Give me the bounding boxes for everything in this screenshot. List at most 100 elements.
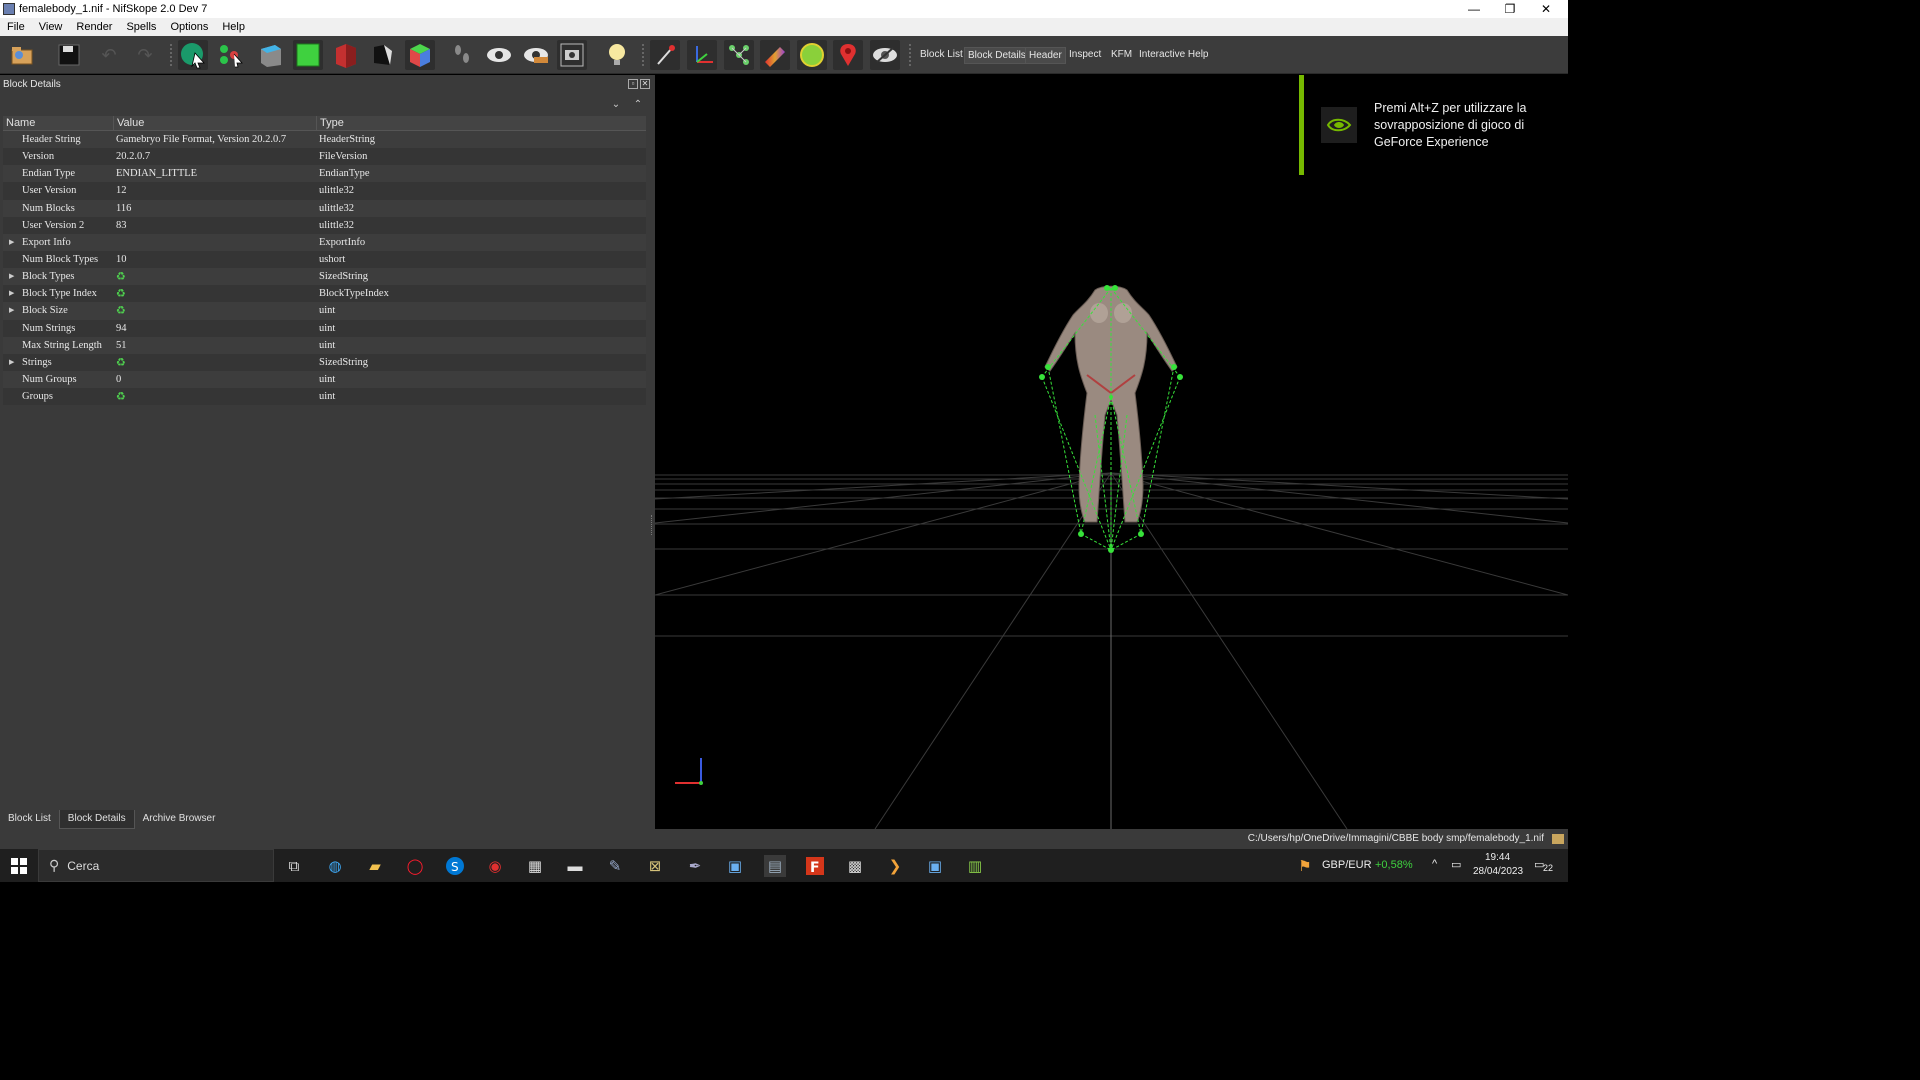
row-value[interactable]: 20.2.0.7 xyxy=(114,151,317,162)
hidden-eye-icon[interactable] xyxy=(870,40,900,70)
table-row[interactable]: Header String Gamebryo File Format, Versi… xyxy=(3,131,646,149)
eye-icon[interactable] xyxy=(484,40,514,70)
dock-interactive-help[interactable]: Interactive Help xyxy=(1139,49,1208,60)
expand-arrow-icon[interactable]: ▶ xyxy=(9,306,14,314)
axes-icon[interactable] xyxy=(687,40,717,70)
light-bulb-icon[interactable] xyxy=(602,40,632,70)
paint-icon[interactable]: ✎ xyxy=(604,855,626,877)
table-row[interactable]: Version 20.2.0.7 FileVersion xyxy=(3,148,646,166)
edge-icon[interactable]: ◍ xyxy=(324,855,346,877)
array-refresh-icon[interactable]: ♻ xyxy=(116,287,126,300)
menu-view[interactable]: View xyxy=(32,21,70,33)
column-name[interactable]: Name xyxy=(3,116,114,130)
column-value[interactable]: Value xyxy=(114,116,317,130)
row-value[interactable]: ♻ xyxy=(114,270,317,283)
scene-canvas[interactable] xyxy=(654,75,1568,830)
globe-icon[interactable] xyxy=(797,40,827,70)
column-type[interactable]: Type xyxy=(317,116,646,130)
close-panel-icon[interactable]: ✕ xyxy=(640,79,650,89)
half-shade-icon[interactable] xyxy=(367,40,397,70)
clock-date[interactable]: 28/04/2023 xyxy=(1473,866,1523,877)
redo-icon[interactable]: ↷ xyxy=(130,40,160,70)
table-row[interactable]: Endian Type ENDIAN_LITTLE EndianType xyxy=(3,165,646,183)
menu-spells[interactable]: Spells xyxy=(119,21,163,33)
table-row[interactable]: Num Strings 94 uint xyxy=(3,319,646,337)
tab-block-details[interactable]: Block Details xyxy=(58,810,135,829)
footprints-icon[interactable] xyxy=(447,40,477,70)
chevron-app-icon[interactable]: ❯ xyxy=(884,855,906,877)
array-refresh-icon[interactable]: ♻ xyxy=(116,270,126,283)
row-value[interactable]: ♻ xyxy=(114,390,317,403)
table-row[interactable]: Groups ♻ uint xyxy=(3,388,646,406)
table-row[interactable]: ▶ Block Type Index ♻ BlockTypeIndex xyxy=(3,285,646,303)
windows-start-icon[interactable] xyxy=(8,855,30,877)
table-row[interactable]: Num Blocks 116 ulittle32 xyxy=(3,199,646,217)
row-value[interactable]: 10 xyxy=(114,254,317,265)
dock-header[interactable]: Header xyxy=(1025,47,1066,64)
restore-icon[interactable]: ❐ xyxy=(1492,0,1528,18)
row-value[interactable]: ♻ xyxy=(114,287,317,300)
network-icon[interactable]: ▭ xyxy=(1451,858,1461,871)
row-value[interactable]: ♻ xyxy=(114,356,317,369)
red-cube-icon[interactable] xyxy=(331,40,361,70)
flat-shading-icon[interactable] xyxy=(256,40,286,70)
clock-time[interactable]: 19:44 xyxy=(1485,852,1510,863)
array-refresh-icon[interactable]: ♻ xyxy=(116,304,126,317)
menu-file[interactable]: File xyxy=(0,21,32,33)
tray-chevron-icon[interactable]: ^ xyxy=(1432,858,1437,870)
dock-block-details[interactable]: Block Details xyxy=(964,47,1030,64)
chart-app-icon[interactable]: ▥ xyxy=(964,855,986,877)
taskbar-search[interactable]: ⚲ Cerca xyxy=(38,849,274,882)
open-icon[interactable] xyxy=(8,40,38,70)
row-value[interactable]: ENDIAN_LITTLE xyxy=(114,168,317,179)
expand-arrow-icon[interactable]: ▶ xyxy=(9,358,14,366)
pen-icon[interactable]: ✒ xyxy=(684,855,706,877)
row-value[interactable]: 116 xyxy=(114,203,317,214)
menu-help[interactable]: Help xyxy=(215,21,252,33)
undo-icon[interactable]: ↶ xyxy=(94,40,124,70)
table-row[interactable]: User Version 12 ulittle32 xyxy=(3,182,646,200)
marker-icon[interactable] xyxy=(650,40,680,70)
nodes-icon[interactable] xyxy=(724,40,754,70)
select-node-icon[interactable] xyxy=(215,40,245,70)
opera-icon[interactable]: ◯ xyxy=(404,855,426,877)
table-row[interactable]: ▶ Export Info ExportInfo xyxy=(3,233,646,251)
expand-arrow-icon[interactable]: ▶ xyxy=(9,238,14,246)
screenshot-icon[interactable] xyxy=(557,40,587,70)
store-icon[interactable]: ▣ xyxy=(924,855,946,877)
table-row[interactable]: Num Groups 0 uint xyxy=(3,370,646,389)
expand-arrow-icon[interactable]: ▶ xyxy=(9,272,14,280)
counter-app-icon[interactable]: ▩ xyxy=(844,855,866,877)
float-icon[interactable]: ▫ xyxy=(628,79,638,89)
row-value[interactable]: 94 xyxy=(114,323,317,334)
location-pin-icon[interactable] xyxy=(833,40,863,70)
table-row[interactable]: ▶ Block Types ♻ SizedString xyxy=(3,268,646,286)
table-row[interactable]: Max String Length 51 uint xyxy=(3,336,646,354)
f-app-icon[interactable]: F xyxy=(804,855,826,877)
dock-kfm[interactable]: KFM xyxy=(1111,49,1132,60)
mmw-icon[interactable]: ▬ xyxy=(564,855,586,877)
dock-block-list[interactable]: Block List xyxy=(920,49,963,60)
row-value[interactable]: Gamebryo File Format, Version 20.2.0.7 xyxy=(114,134,317,145)
splitter-handle[interactable] xyxy=(651,515,654,535)
currency-widget-icon[interactable]: ⚑ xyxy=(1294,855,1316,877)
minimize-icon[interactable]: — xyxy=(1456,0,1492,18)
select-object-icon[interactable] xyxy=(178,40,208,70)
gradient-icon[interactable] xyxy=(760,40,790,70)
array-refresh-icon[interactable]: ♻ xyxy=(116,390,126,403)
table-row[interactable]: ▶ Strings ♻ SizedString xyxy=(3,353,646,371)
row-value[interactable]: ♻ xyxy=(114,304,317,317)
expand-arrow-icon[interactable]: ▶ xyxy=(9,289,14,297)
expand-up-icon[interactable]: ⌃ xyxy=(632,99,644,111)
file-explorer-icon[interactable]: ▰ xyxy=(364,855,386,877)
game-icon[interactable]: ▦ xyxy=(524,855,546,877)
table-row[interactable]: ▶ Block Size ♻ uint xyxy=(3,302,646,320)
row-value[interactable]: 12 xyxy=(114,185,317,196)
task-view-icon[interactable]: ⧉ xyxy=(283,855,305,877)
geforce-overlay-notice[interactable]: Premi Alt+Z per utilizzare la sovrapposi… xyxy=(1299,75,1568,175)
close-icon[interactable]: ✕ xyxy=(1528,0,1564,18)
tab-archive-browser[interactable]: Archive Browser xyxy=(135,810,224,829)
dock-inspect[interactable]: Inspect xyxy=(1069,49,1101,60)
color-cube-icon[interactable] xyxy=(405,40,435,70)
table-row[interactable]: Num Block Types 10 ushort xyxy=(3,250,646,269)
